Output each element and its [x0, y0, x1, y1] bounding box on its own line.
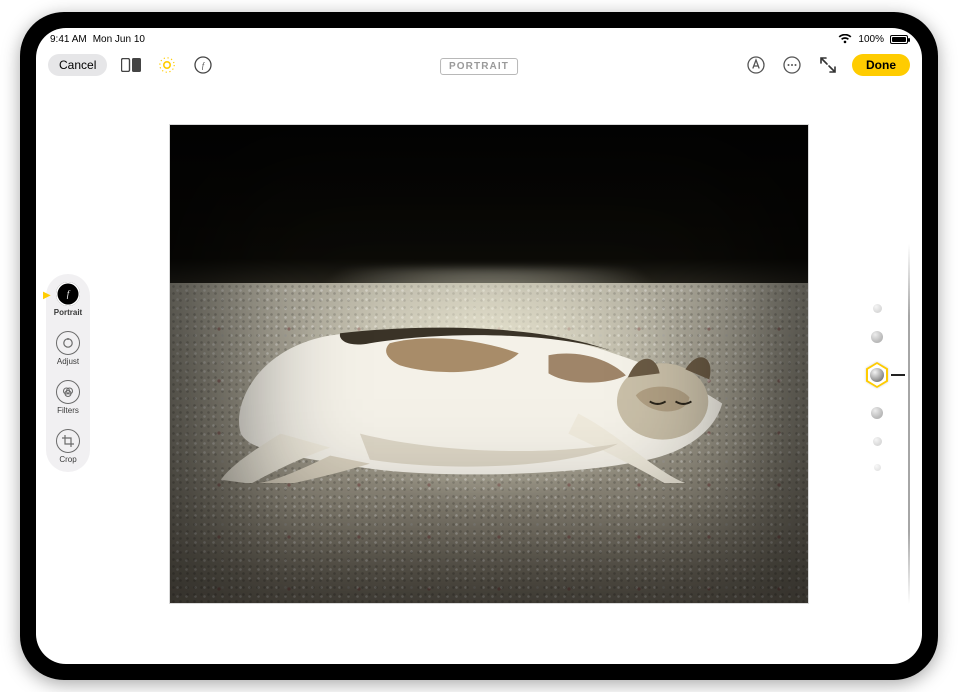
- tab-crop[interactable]: Crop: [50, 429, 86, 464]
- photo-canvas[interactable]: [169, 124, 809, 604]
- filters-tab-icon: [56, 380, 80, 404]
- wifi-icon: [838, 34, 852, 44]
- status-bar: 9:41 AM Mon Jun 10 100%: [36, 28, 922, 48]
- adjust-tab-icon: [56, 331, 80, 355]
- editor-main: ▶ f Portrait Adjust Filters: [36, 84, 922, 664]
- crop-tab-icon: [56, 429, 80, 453]
- svg-text:f: f: [202, 61, 206, 70]
- lighting-effect-option[interactable]: [871, 331, 883, 343]
- status-date: Mon Jun 10: [93, 34, 145, 45]
- edit-mode-tabs: ▶ f Portrait Adjust Filters: [46, 274, 90, 472]
- cancel-button[interactable]: Cancel: [48, 54, 107, 76]
- tab-label: Portrait: [54, 308, 82, 317]
- photo-canvas-wrap: [156, 120, 822, 608]
- tab-label: Adjust: [57, 357, 79, 366]
- intensity-slider-track[interactable]: [908, 244, 910, 604]
- status-time: 9:41 AM: [50, 34, 87, 45]
- fullscreen-icon[interactable]: [816, 53, 840, 77]
- battery-percent: 100%: [858, 34, 884, 45]
- selected-tab-indicator-icon: ▶: [43, 290, 51, 301]
- live-photo-icon[interactable]: [155, 53, 179, 77]
- tab-adjust[interactable]: Adjust: [50, 331, 86, 366]
- tab-filters[interactable]: Filters: [50, 380, 86, 415]
- markup-icon[interactable]: [744, 53, 768, 77]
- more-options-icon[interactable]: [780, 53, 804, 77]
- aspect-toggle-button[interactable]: [119, 53, 143, 77]
- lighting-effect-preview-icon: [870, 368, 884, 382]
- photo-cat-subject: [221, 283, 757, 484]
- tab-label: Crop: [59, 455, 76, 464]
- lighting-effect-option[interactable]: [874, 464, 881, 471]
- svg-text:f: f: [67, 289, 71, 299]
- editor-screen: 9:41 AM Mon Jun 10 100% Cancel: [36, 28, 922, 664]
- tab-label: Filters: [57, 406, 79, 415]
- lighting-effect-selected[interactable]: [863, 361, 891, 389]
- lighting-effect-option[interactable]: [873, 437, 882, 446]
- portrait-mode-badge: PORTRAIT: [440, 58, 518, 75]
- done-button[interactable]: Done: [852, 54, 910, 76]
- depth-aperture-icon[interactable]: f: [191, 53, 215, 77]
- slider-tick-icon: [891, 374, 905, 376]
- editor-toolbar: Cancel f PORTRAIT: [36, 48, 922, 82]
- battery-icon: [890, 35, 908, 44]
- portrait-tab-icon: f: [56, 282, 80, 306]
- lighting-effect-option[interactable]: [873, 304, 882, 313]
- lighting-effect-picker[interactable]: [854, 304, 900, 471]
- tab-portrait[interactable]: ▶ f Portrait: [50, 282, 86, 317]
- lighting-effect-option[interactable]: [871, 407, 883, 419]
